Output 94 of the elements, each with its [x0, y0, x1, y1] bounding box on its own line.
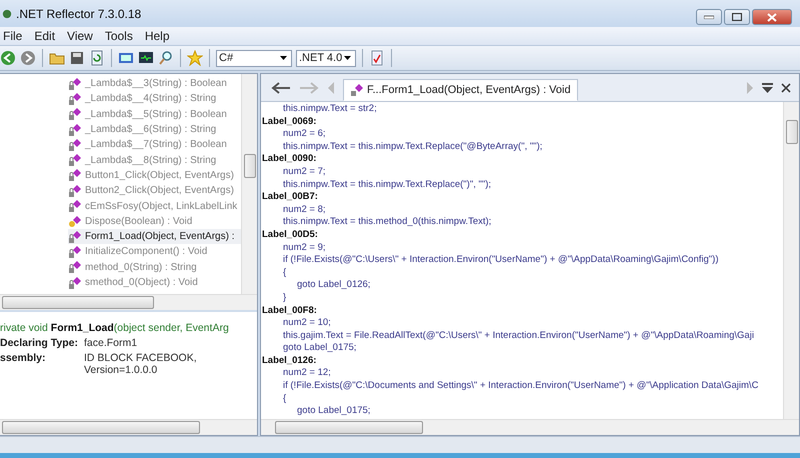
private-method-icon: [68, 153, 82, 168]
tree-item[interactable]: Dispose(Boolean) : Void: [68, 214, 241, 229]
code-label: Label_0090:: [261, 153, 318, 166]
method-icon: [350, 83, 364, 97]
text-box-icon[interactable]: [118, 50, 134, 66]
code-line: num2 = 7;: [283, 166, 326, 177]
code-line: num2 = 12;: [283, 367, 331, 378]
save-icon[interactable]: [69, 50, 85, 66]
private-method-icon: [68, 276, 82, 290]
star-icon[interactable]: [187, 50, 203, 66]
code-line: }: [283, 292, 286, 303]
close-icon: [767, 12, 777, 22]
tree-item[interactable]: _Lambda$__7(String) : Boolean: [68, 137, 241, 152]
code-line: goto Label_0126;: [297, 279, 370, 290]
tree-item[interactable]: Form1_Load(Object, EventArgs) :: [68, 228, 241, 244]
code-line: this.nimpw.Text = this.nimpw.Text.Replace(")", "");: [283, 178, 492, 190]
app-icon: [2, 8, 12, 20]
code-line: num2 = 6;: [283, 128, 326, 140]
document-tab[interactable]: F...Form1_Load(Object, EventArgs) : Void: [343, 79, 578, 101]
tree-item[interactable]: _Lambda$__4(String) : String: [68, 91, 241, 107]
maximize-icon: [732, 13, 742, 21]
language-dropdown[interactable]: C#: [216, 50, 292, 66]
refresh-icon[interactable]: [89, 50, 105, 66]
private-method-icon: [68, 168, 82, 182]
menu-item[interactable]: Edit: [29, 29, 62, 43]
private-method-icon: [68, 122, 82, 137]
code-line: this.nimpw.Text = this.nimpw.Text.Replace("@ByteArray(", "");: [283, 140, 542, 152]
tree-item[interactable]: _Lambda$__3(String) : Boolean: [68, 76, 241, 92]
private-method-icon: [68, 138, 82, 152]
code-label: Label_00D5:: [261, 228, 319, 242]
private-method-icon: [68, 244, 82, 259]
tree-item[interactable]: method_0(String) : String: [68, 260, 241, 275]
horizontal-scrollbar[interactable]: [261, 419, 799, 435]
tab-list-icon[interactable]: [762, 82, 773, 92]
menu-item[interactable]: File: [0, 29, 30, 43]
code-line: goto Label_0175;: [283, 342, 356, 354]
tree-item[interactable]: _Lambda$__8(String) : String: [68, 152, 241, 168]
field-value: face.Form1: [84, 337, 138, 349]
private-method-icon: [68, 92, 82, 106]
code-line: this.gajim.Text = File.ReadAllText(@"C:\Users\" + Interaction.Environ("UserName") + @"\AppData\Roaming\Gaji: [283, 330, 754, 341]
tree-item[interactable]: _Lambda$__5(String) : Boolean: [68, 106, 241, 122]
code-label: Label_0069:: [261, 116, 318, 128]
window-title: .NET Reflector 7.3.0.18: [16, 6, 142, 20]
code-line: if (!File.Exists(@"C:\Documents and Settings\" + Interaction.Environ("UserName") + @"\Application Data\Gajim\C: [283, 380, 758, 392]
private-method-icon: [68, 260, 82, 274]
back-icon[interactable]: [0, 50, 16, 66]
code-line: num2 = 9;: [283, 242, 326, 253]
private-method-icon: [68, 230, 82, 244]
minimize-button[interactable]: [696, 9, 722, 25]
private-method-icon: [68, 107, 82, 122]
document-check-icon[interactable]: [369, 50, 385, 66]
maximize-button[interactable]: [724, 9, 750, 25]
vertical-scrollbar[interactable]: [783, 102, 799, 419]
tree-item[interactable]: Button2_Click(Object, EventArgs): [68, 183, 241, 198]
back-arrow-icon[interactable]: [271, 80, 291, 94]
horizontal-scrollbar[interactable]: [0, 419, 257, 435]
code-line: num2 = 8;: [283, 204, 326, 215]
code-line: if (!File.Exists(@"C:\Users\" + Interaction.Environ("UserName") + @"\AppData\Roaming\Gajim\Config")): [283, 254, 718, 266]
close-icon[interactable]: [781, 82, 791, 92]
horizontal-scrollbar[interactable]: [0, 294, 257, 310]
minimize-icon: [704, 15, 714, 19]
private-method-icon: [68, 199, 82, 214]
forward-icon[interactable]: [20, 50, 36, 66]
code-line: goto Label_0175;: [297, 405, 370, 416]
private-method-icon: [68, 76, 82, 91]
code-label: Label_0126:: [261, 354, 318, 368]
code-line: {: [283, 392, 286, 404]
field-label: Declaring Type:: [0, 337, 79, 349]
code-line: {: [283, 266, 286, 278]
tree-item[interactable]: _Lambda$__6(String) : String: [68, 122, 241, 138]
monitor-icon[interactable]: [138, 50, 154, 66]
menu-item[interactable]: Tools: [100, 29, 140, 43]
caret-icon: [280, 56, 287, 60]
field-value: ID BLOCK FACEBOOK, Version=1.0.0.0: [84, 352, 198, 376]
search-icon[interactable]: [158, 50, 174, 66]
code-label: Label_00F8:: [261, 304, 318, 318]
caret-icon: [344, 56, 351, 60]
tree-item[interactable]: InitializeComponent() : Void: [68, 244, 241, 260]
close-button[interactable]: [752, 9, 792, 25]
code-label: Label_00B7:: [261, 191, 319, 204]
code-line: this.nimpw.Text = str2;: [283, 103, 377, 114]
tree-item[interactable]: smethod_0(Object) : Void: [68, 274, 241, 290]
code-line: this.nimpw.Text = this.method_0(this.nimpw.Text);: [283, 216, 492, 228]
menu-item[interactable]: View: [62, 29, 100, 43]
private-method-icon: [68, 184, 82, 198]
method-signature: rivate void Form1_Load(object sender, EventArg: [0, 322, 230, 334]
vertical-scrollbar[interactable]: [241, 74, 257, 294]
framework-dropdown[interactable]: .NET 4.0: [296, 50, 356, 66]
field-label: ssembly:: [0, 352, 47, 366]
code-line: num2 = 10;: [283, 317, 331, 328]
menu-item[interactable]: Help: [140, 29, 177, 43]
tree-item[interactable]: Button1_Click(Object, EventArgs): [68, 168, 241, 184]
tree-item[interactable]: cEmSsFosy(Object, LinkLabelLink: [68, 198, 241, 214]
override-method-icon: [68, 214, 82, 228]
